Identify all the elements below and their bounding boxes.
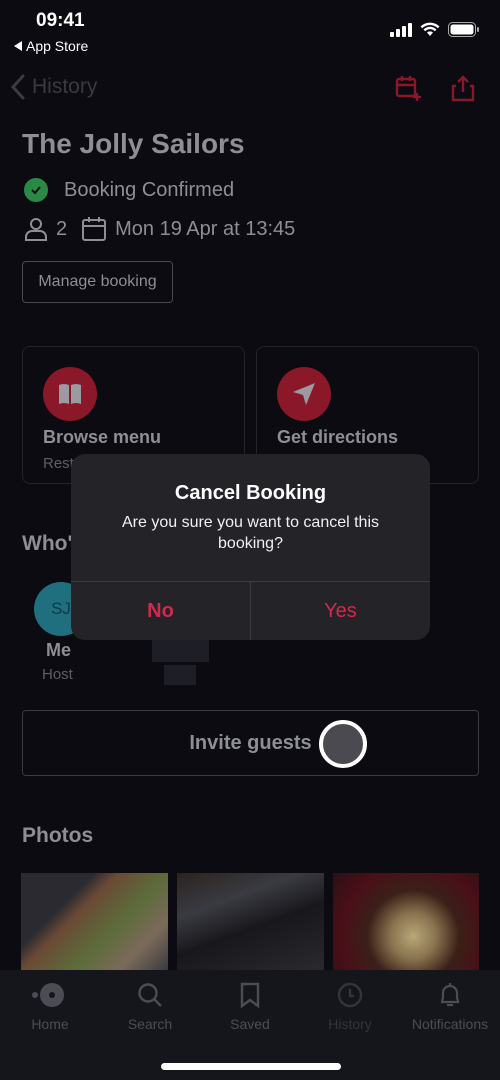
navigation-arrow-icon [277,367,331,421]
check-circle-icon [24,178,48,202]
tab-saved-label: Saved [230,1016,270,1032]
browse-menu-label: Browse menu [43,427,162,447]
restaurant-name: The Jolly Sailors [22,128,245,159]
search-icon [138,983,162,1007]
home-indicator[interactable] [161,1063,341,1070]
status-icons [390,22,480,37]
home-icon [32,983,64,1007]
yes-button[interactable]: Yes [251,582,430,640]
guest-count: 2 [56,217,68,240]
tab-notifications[interactable]: Notifications [400,982,500,1032]
tab-history-label: History [328,1016,372,1032]
tab-notifications-label: Notifications [411,1016,489,1032]
booking-status: Booking Confirmed [24,178,234,202]
dialog-message: Are you sure you want to cancel this boo… [121,514,380,552]
status-bar: 09:41 App Store [0,0,500,60]
status-time: 09:41 [36,10,85,31]
touch-indicator [319,720,367,768]
share-icon[interactable] [450,74,476,102]
booking-meta: 2 Mon 19 Apr at 13:45 [24,216,295,242]
bell-icon [440,983,460,1007]
booking-datetime: Mon 19 Apr at 13:45 [115,217,296,240]
tab-search-label: Search [127,1016,173,1032]
browse-menu-sub: Rest [43,455,74,472]
back-app-label: App Store [26,38,89,54]
get-directions-label: Get directions [277,427,399,447]
back-triangle-icon [14,41,22,51]
tab-saved[interactable]: Saved [200,982,300,1032]
photos-title: Photos [22,824,94,847]
tab-search[interactable]: Search [100,982,200,1032]
tab-home-label: Home [31,1016,69,1032]
invite-guests-button[interactable]: Invite guests [22,710,479,776]
tab-home[interactable]: Home [0,982,100,1032]
no-button[interactable]: No [71,582,250,640]
booking-status-text: Booking Confirmed [64,178,235,201]
cancel-booking-dialog: Cancel Booking Are you sure you want to … [71,454,430,640]
whos-coming-title: Who' [22,532,73,555]
guest-name: Me [46,640,72,660]
nav-back-label: History [32,75,98,98]
battery-icon [448,22,479,37]
signal-icon [390,22,412,37]
dialog-title: Cancel Booking [174,482,327,504]
add-to-calendar-icon[interactable] [394,74,422,102]
guest-placeholder [164,665,196,685]
person-icon [25,218,47,241]
back-to-app-store[interactable]: App Store [14,38,88,54]
mussels-photo[interactable] [177,873,324,970]
bookmark-icon [240,982,260,1008]
tab-history[interactable]: History [300,982,400,1032]
manage-booking-button[interactable]: Manage booking [22,261,173,303]
book-icon [43,367,97,421]
nav-bar: History [0,70,500,110]
clock-icon [337,982,363,1008]
guest-placeholder [152,640,209,662]
nav-actions [394,74,476,102]
pizza-photo[interactable] [21,873,168,970]
calendar-icon [82,217,107,241]
stew-photo[interactable] [333,873,479,970]
guest-role: Host [42,666,73,683]
chevron-left-icon [10,74,25,100]
wifi-icon [420,22,440,36]
nav-back-button[interactable]: History [10,74,97,100]
